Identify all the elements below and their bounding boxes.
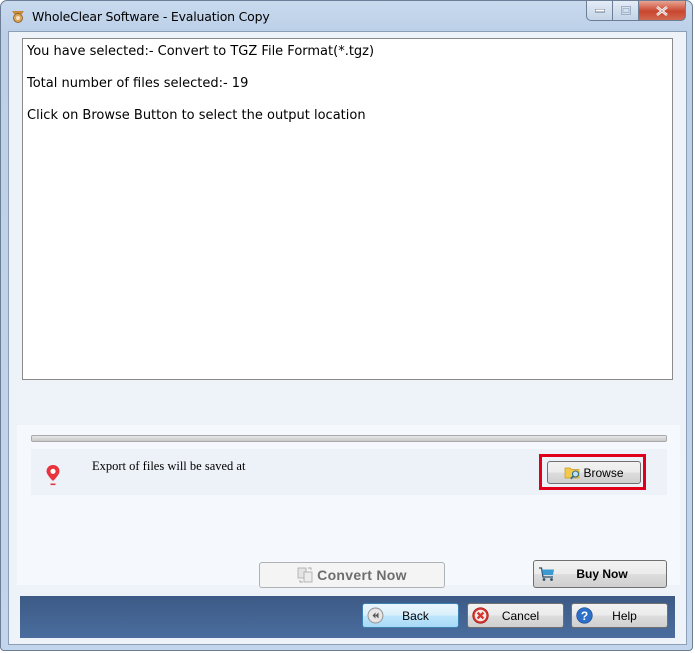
app-window: WholeClear Software - Evaluation Copy Yo… xyxy=(0,0,693,651)
close-button[interactable] xyxy=(639,1,686,21)
navigation-bar: Back Cancel ? Help xyxy=(20,596,675,638)
convert-now-button[interactable]: Convert Now xyxy=(259,562,445,588)
minimize-button[interactable] xyxy=(586,1,613,21)
info-text-box[interactable]: You have selected:- Convert to TGZ File … xyxy=(22,38,673,380)
back-label: Back xyxy=(402,608,429,623)
buy-now-button[interactable]: Buy Now xyxy=(533,560,667,588)
location-pin-icon xyxy=(46,465,60,486)
window-title: WholeClear Software - Evaluation Copy xyxy=(32,9,270,24)
convert-now-label: Convert Now xyxy=(317,567,407,583)
browse-button[interactable]: Browse xyxy=(547,461,641,484)
title-bar[interactable]: WholeClear Software - Evaluation Copy xyxy=(1,1,692,31)
progress-bar xyxy=(31,435,667,442)
folder-search-icon xyxy=(565,467,580,480)
help-label: Help xyxy=(612,608,637,623)
cancel-label: Cancel xyxy=(501,608,540,623)
client-area: You have selected:- Convert to TGZ File … xyxy=(8,31,687,645)
close-icon xyxy=(656,5,668,16)
back-button[interactable]: Back xyxy=(362,603,459,628)
selected-format-text: You have selected:- Convert to TGZ File … xyxy=(27,44,375,59)
maximize-icon xyxy=(620,6,631,15)
buy-now-label: Buy Now xyxy=(576,567,628,581)
browse-highlight: Browse xyxy=(539,454,646,490)
help-button[interactable]: ? Help xyxy=(571,603,668,628)
maximize-button[interactable] xyxy=(613,1,639,21)
browse-label: Browse xyxy=(583,465,624,480)
file-count-text: Total number of files selected:- 19 xyxy=(27,76,249,91)
minimize-icon xyxy=(594,8,605,12)
cancel-button[interactable]: Cancel xyxy=(467,603,564,628)
app-logo-icon xyxy=(12,11,24,23)
export-location-row: Export of files will be saved at Browse xyxy=(31,449,667,495)
instruction-text: Click on Browse Button to select the out… xyxy=(27,108,366,123)
export-location-label: Export of files will be saved at xyxy=(92,459,246,473)
convert-icon xyxy=(297,567,313,582)
